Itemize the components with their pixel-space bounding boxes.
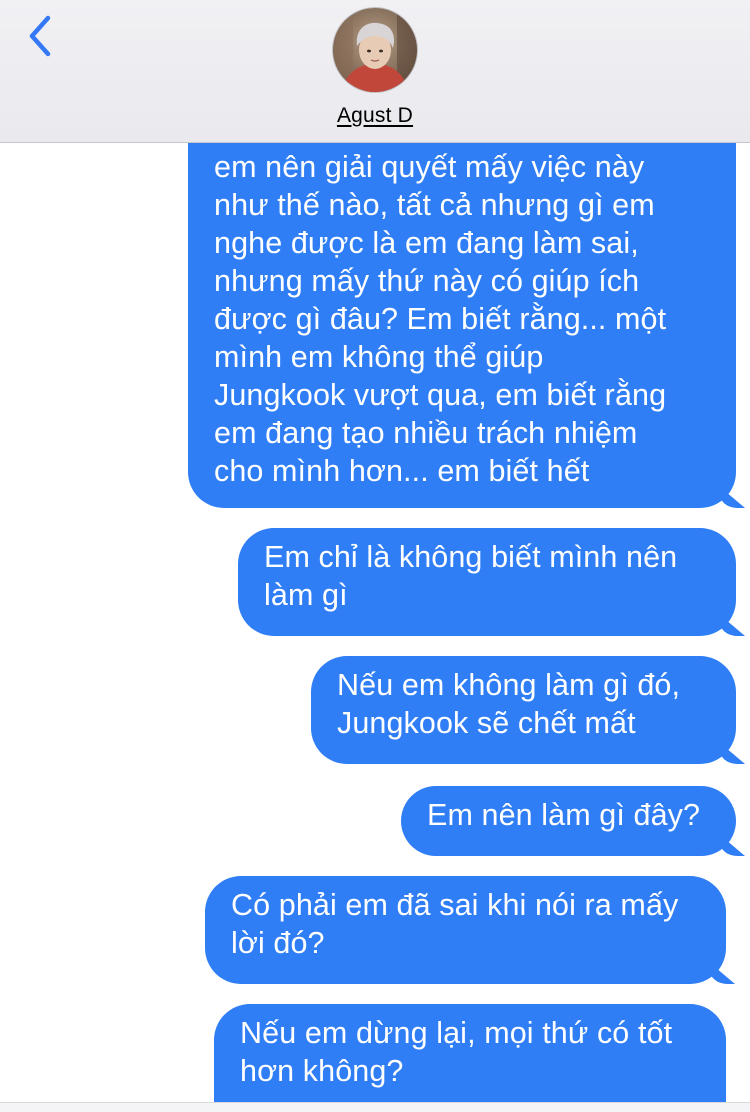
- message-text: Em chỉ là không biết mình nên làm gì: [264, 540, 678, 612]
- compose-bar-edge: [0, 1102, 750, 1112]
- message-bubble[interactable]: Nếu em không làm gì đó, Jungkook sẽ chết…: [311, 656, 750, 765]
- message-bubble[interactable]: Nếu em dừng lại, mọi thứ có tốt hơn khôn…: [214, 1004, 726, 1112]
- message-bubble[interactable]: Có phải em đã sai khi nói ra mấy lời đó?: [205, 876, 748, 985]
- message-text: Có phải em đã sai khi nói ra mấy lời đó?: [231, 888, 679, 960]
- contact-photo: [333, 8, 417, 92]
- back-button[interactable]: [14, 8, 68, 58]
- contact-name[interactable]: Agust D: [0, 104, 750, 128]
- message-thread[interactable]: em nên giải quyết mấy việc này như thế n…: [0, 0, 750, 1112]
- conversation-header: Agust D: [0, 0, 750, 143]
- message-bubble[interactable]: em nên giải quyết mấy việc này như thế n…: [188, 92, 750, 509]
- message-text: em nên giải quyết mấy việc này như thế n…: [214, 150, 667, 488]
- message-bubble[interactable]: Em chỉ là không biết mình nên làm gì: [238, 528, 750, 637]
- message-bubble[interactable]: Em nên làm gì đây?: [401, 786, 750, 857]
- chevron-left-icon: [29, 15, 51, 57]
- message-text: Em nên làm gì đây?: [427, 798, 701, 832]
- message-text: Nếu em không làm gì đó, Jungkook sẽ chết…: [337, 668, 681, 740]
- message-text: Nếu em dừng lại, mọi thứ có tốt hơn khôn…: [240, 1016, 673, 1088]
- avatar[interactable]: [333, 8, 417, 92]
